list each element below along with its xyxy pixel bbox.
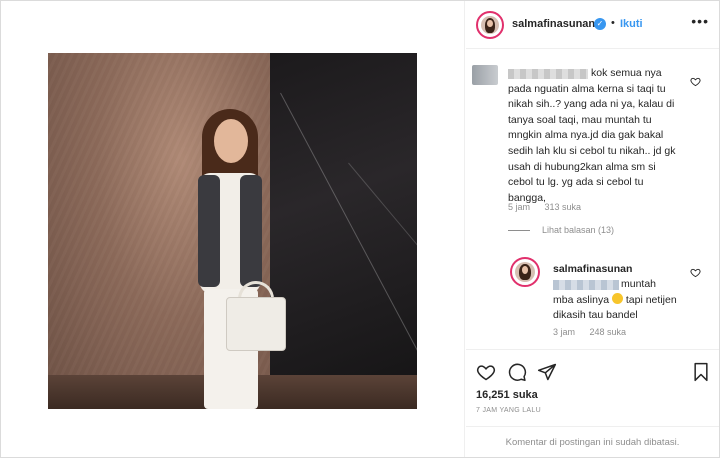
comment-text: kok semua nya pada nguatin alma kerna si… <box>508 67 676 204</box>
post-header: salmafinasunan ✓ • Ikuti ••• <box>466 1 719 49</box>
more-horizontal-icon[interactable]: ••• <box>691 13 709 29</box>
post-actions: 16,251 suka 7 JAM YANG LALU Komentar di … <box>466 349 719 457</box>
post-side-panel: salmafinasunan ✓ • Ikuti ••• kok semua n… <box>466 1 719 457</box>
share-send-icon[interactable] <box>537 362 557 382</box>
comment-like-heart-icon[interactable] <box>690 76 701 87</box>
person-vest <box>198 175 220 287</box>
reply-avatar[interactable] <box>515 262 535 282</box>
comment-icon[interactable] <box>507 362 527 382</box>
reply-text: muntah mba aslinya tapi netijen dikasih … <box>553 277 678 324</box>
reply-avatar-story-ring[interactable] <box>510 257 540 287</box>
header-username[interactable]: salmafinasunan <box>512 18 595 30</box>
comment-time[interactable]: 5 jam <box>508 202 530 212</box>
avatar[interactable] <box>481 16 499 34</box>
comments-closed-notice: Komentar di postingan ini sudah dibatasi… <box>466 426 719 458</box>
save-bookmark-icon[interactable] <box>691 362 711 382</box>
comment-likes[interactable]: 313 suka <box>545 202 582 212</box>
post-timestamp[interactable]: 7 JAM YANG LALU <box>476 407 541 414</box>
photo-person <box>178 109 288 409</box>
photo-marble-panel <box>270 53 417 409</box>
post-photo[interactable] <box>48 53 417 409</box>
person-vest <box>240 175 262 287</box>
follow-button[interactable]: Ikuti <box>620 18 643 30</box>
handbag <box>226 297 286 351</box>
reply-likes[interactable]: 248 suka <box>590 327 627 337</box>
person-face <box>214 119 248 163</box>
like-heart-icon[interactable] <box>476 362 496 382</box>
laughing-emoji-icon <box>611 292 623 304</box>
comments-list: kok semua nya pada nguatin alma kerna si… <box>466 49 719 349</box>
comment-meta: 5 jam 313 suka <box>508 202 593 212</box>
view-replies-button[interactable]: Lihat balasan (13) <box>508 225 614 235</box>
post-media-pane <box>1 1 465 457</box>
header-separator: • <box>611 17 615 29</box>
reply-time[interactable]: 3 jam <box>553 327 575 337</box>
avatar-story-ring[interactable] <box>476 11 504 39</box>
reply-like-heart-icon[interactable] <box>690 267 701 278</box>
post-likes-count[interactable]: 16,251 suka <box>476 389 538 401</box>
verified-badge-icon: ✓ <box>594 18 606 30</box>
reply-username[interactable]: salmafinasunan <box>553 263 632 275</box>
reply-meta: 3 jam 248 suka <box>553 327 638 337</box>
comment-avatar-blurred[interactable] <box>472 65 498 85</box>
